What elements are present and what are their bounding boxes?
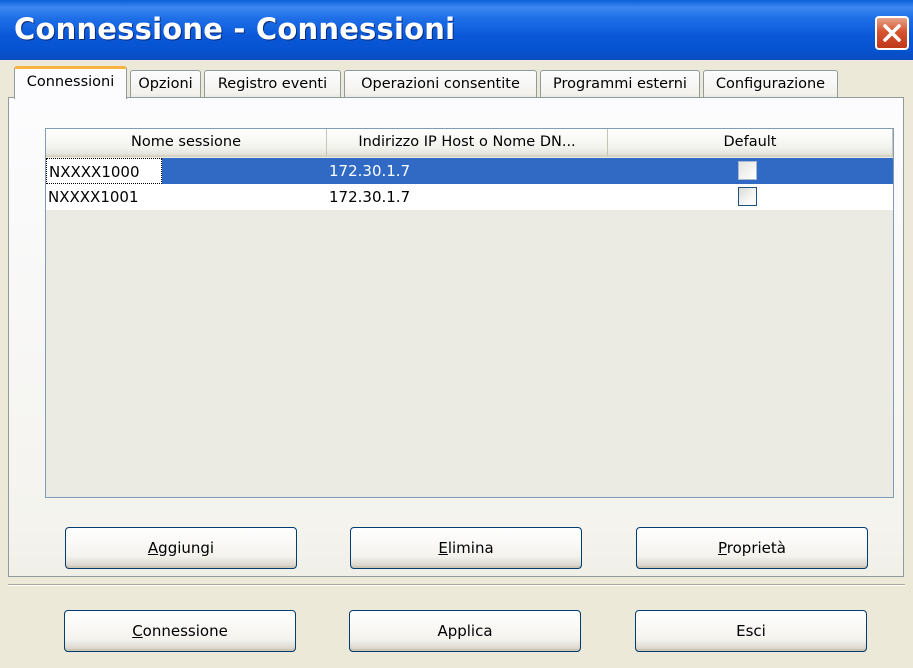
connect-button[interactable]: Connessione — [64, 610, 296, 652]
session-name: NXXXX1000 — [46, 158, 162, 184]
title-bar[interactable]: Connessione - Connessioni — [0, 0, 913, 60]
list-item[interactable]: NXXXX1001 172.30.1.7 — [46, 184, 893, 210]
session-host: 172.30.1.7 — [329, 188, 411, 206]
column-header-host[interactable]: Indirizzo IP Host o Nome DN... — [327, 129, 608, 157]
column-header-session-name[interactable]: Nome sessione — [46, 129, 327, 157]
tab-registro-eventi[interactable]: Registro eventi — [204, 70, 341, 98]
tab-opzioni[interactable]: Opzioni — [130, 70, 201, 98]
session-name: NXXXX1001 — [48, 188, 139, 206]
dialog-body: Connessioni Opzioni Registro eventi Oper… — [0, 60, 913, 668]
close-icon — [881, 22, 903, 44]
window-title: Connessione - Connessioni — [14, 12, 456, 46]
tab-panel-connessioni: Nome sessione Indirizzo IP Host o Nome D… — [8, 97, 904, 577]
tab-connessioni[interactable]: Connessioni — [14, 66, 127, 99]
default-checkbox[interactable] — [738, 161, 757, 180]
apply-button[interactable]: Applica — [349, 610, 581, 652]
add-button[interactable]: Aggiungi — [65, 527, 297, 569]
session-default-cell — [608, 158, 893, 184]
tab-strip: Connessioni Opzioni Registro eventi Oper… — [8, 66, 913, 99]
default-checkbox[interactable] — [738, 187, 757, 206]
tab-configurazione[interactable]: Configurazione — [703, 70, 838, 98]
column-header-default[interactable]: Default — [608, 129, 893, 157]
tab-operazioni-consentite[interactable]: Operazioni consentite — [344, 70, 537, 98]
list-item-selected[interactable]: NXXXX1000 172.30.1.7 — [46, 158, 893, 184]
tab-programmi-esterni[interactable]: Programmi esterni — [540, 70, 700, 98]
selection-fill — [162, 158, 327, 184]
delete-button[interactable]: Elimina — [350, 527, 582, 569]
close-button[interactable] — [875, 16, 909, 50]
properties-button[interactable]: Proprietà — [636, 527, 868, 569]
session-host: 172.30.1.7 — [327, 158, 608, 184]
sessions-list[interactable]: Nome sessione Indirizzo IP Host o Nome D… — [45, 128, 894, 498]
list-header: Nome sessione Indirizzo IP Host o Nome D… — [46, 129, 893, 157]
exit-button[interactable]: Esci — [635, 610, 867, 652]
session-default-cell — [608, 184, 893, 210]
separator — [8, 584, 905, 586]
